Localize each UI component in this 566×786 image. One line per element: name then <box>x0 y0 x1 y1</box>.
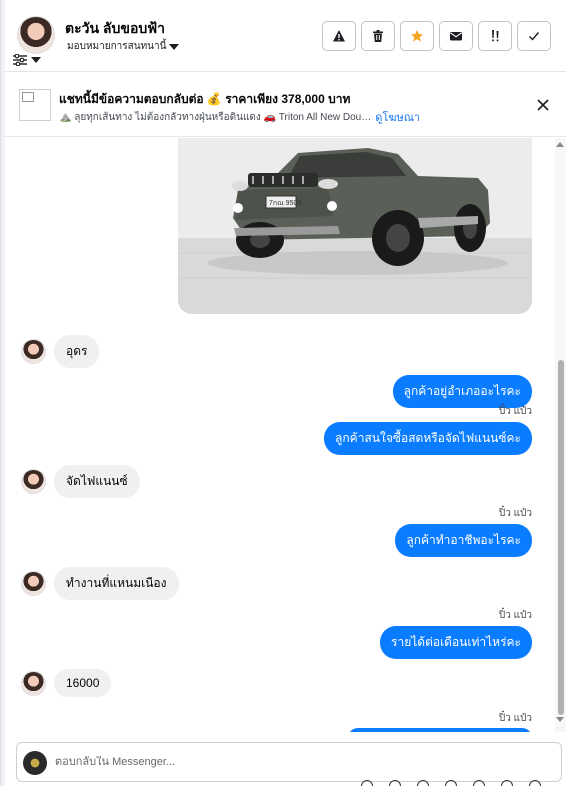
warning-icon <box>333 30 345 42</box>
conversation-header: ตะวัน ลับขอบฟ้า มอบหมายการสนทนานี้ <box>5 0 566 72</box>
car-photo-attachment[interactable]: 7กณ 9509 <box>178 138 532 314</box>
toolbar-icon[interactable] <box>361 780 373 786</box>
delete-button[interactable] <box>361 21 395 51</box>
ad-subtitle-row: ⛰️ ลุยทุกเส้นทาง ไม่ต้องกลัวทางฝุ่นหรือด… <box>59 108 420 126</box>
conversation-panel: ตะวัน ลับขอบฟ้า มอบหมายการสนทนานี้ แชทนี… <box>0 0 566 786</box>
read-receipt: ปิ๋ว แป๋ว <box>498 508 532 519</box>
view-ad-link[interactable]: ดูโฆษณา <box>375 108 420 126</box>
check-icon <box>529 32 540 41</box>
outgoing-message[interactable]: ลูกค้าสนใจซื้อสดหรือจัดไฟแนนซ์คะ <box>324 422 532 455</box>
incoming-message[interactable]: 16000 <box>54 669 112 697</box>
mark-important-icon <box>492 30 499 42</box>
contact-avatar[interactable] <box>17 16 55 54</box>
header-action-buttons <box>322 21 551 51</box>
toolbar-icon[interactable] <box>417 780 429 786</box>
toolbar-icon[interactable] <box>445 780 457 786</box>
contact-avatar-small <box>21 339 46 364</box>
incoming-message[interactable]: จัดไฟแนนซ์ <box>54 465 140 498</box>
toolbar-icon[interactable] <box>473 780 485 786</box>
contact-name[interactable]: ตะวัน ลับขอบฟ้า <box>65 18 165 40</box>
mark-unread-button[interactable] <box>439 21 473 51</box>
outgoing-message[interactable]: ลูกค้าทำอาชีพอะไรคะ <box>395 524 532 557</box>
incoming-message-row: ทำงานที่แหนมเนือง <box>21 567 179 600</box>
scroll-down-arrow-icon[interactable] <box>556 717 564 722</box>
page-avatar <box>23 751 47 775</box>
ad-context-banner: แชทนี้มีข้อความตอบกลับต่อ 💰 ราคาเพียง 37… <box>5 73 566 137</box>
mail-icon <box>450 32 462 41</box>
chevron-down-icon <box>169 43 180 50</box>
read-receipt: ปิ๋ว แป๋ว <box>498 610 532 621</box>
scroll-up-arrow-icon[interactable] <box>556 142 564 147</box>
car-image: 7กณ 9509 <box>178 138 532 314</box>
license-plate-text: 7กณ 9509 <box>269 200 301 207</box>
mark-important-button[interactable] <box>478 21 512 51</box>
assign-conversation-dropdown[interactable]: มอบหมายการสนทนานี้ <box>67 39 180 54</box>
sliders-icon <box>13 54 27 66</box>
incoming-message-row: จัดไฟแนนซ์ <box>21 465 140 498</box>
toolbar-icon[interactable] <box>529 780 541 786</box>
toolbar-icon[interactable] <box>389 780 401 786</box>
close-icon[interactable] <box>533 95 553 115</box>
contact-avatar-small <box>21 571 46 596</box>
star-icon <box>411 30 423 42</box>
read-receipt: ปิ๋ว แป๋ว <box>498 713 532 724</box>
ad-subtitle: ⛰️ ลุยทุกเส้นทาง ไม่ต้องกลัวทางฝุ่นหรือด… <box>59 111 372 123</box>
chevron-down-icon <box>31 57 41 63</box>
incoming-message[interactable]: ทำงานที่แหนมเนือง <box>54 567 179 600</box>
star-button[interactable] <box>400 21 434 51</box>
outgoing-message[interactable]: รายได้ต่อเดือนเท่าไหร่คะ <box>380 626 532 659</box>
incoming-message-row: อุดร <box>21 335 100 368</box>
composer-toolbar <box>361 776 561 786</box>
scrollbar-thumb[interactable] <box>558 360 564 715</box>
outgoing-message-partial[interactable] <box>348 728 532 732</box>
toolbar-icon[interactable] <box>501 780 513 786</box>
message-thread: 7กณ 9509 อุดร ลูกค้าอยู่อำเภออะไรคะ ปิ๋ว… <box>5 138 555 732</box>
mark-done-button[interactable] <box>517 21 551 51</box>
filter-dropdown[interactable] <box>13 54 41 66</box>
contact-avatar-small <box>21 670 46 696</box>
contact-avatar-small <box>21 469 46 494</box>
read-receipt: ปิ๋ว แป๋ว <box>498 406 532 417</box>
trash-icon <box>373 30 383 42</box>
incoming-message[interactable]: อุดร <box>54 335 100 368</box>
ad-title: แชทนี้มีข้อความตอบกลับต่อ 💰 ราคาเพียง 37… <box>59 92 351 106</box>
ad-thumbnail[interactable] <box>19 89 51 121</box>
assign-label: มอบหมายการสนทนานี้ <box>67 41 167 52</box>
incoming-message-row: 16000 <box>21 669 112 697</box>
reply-input[interactable] <box>55 756 535 768</box>
report-spam-button[interactable] <box>322 21 356 51</box>
